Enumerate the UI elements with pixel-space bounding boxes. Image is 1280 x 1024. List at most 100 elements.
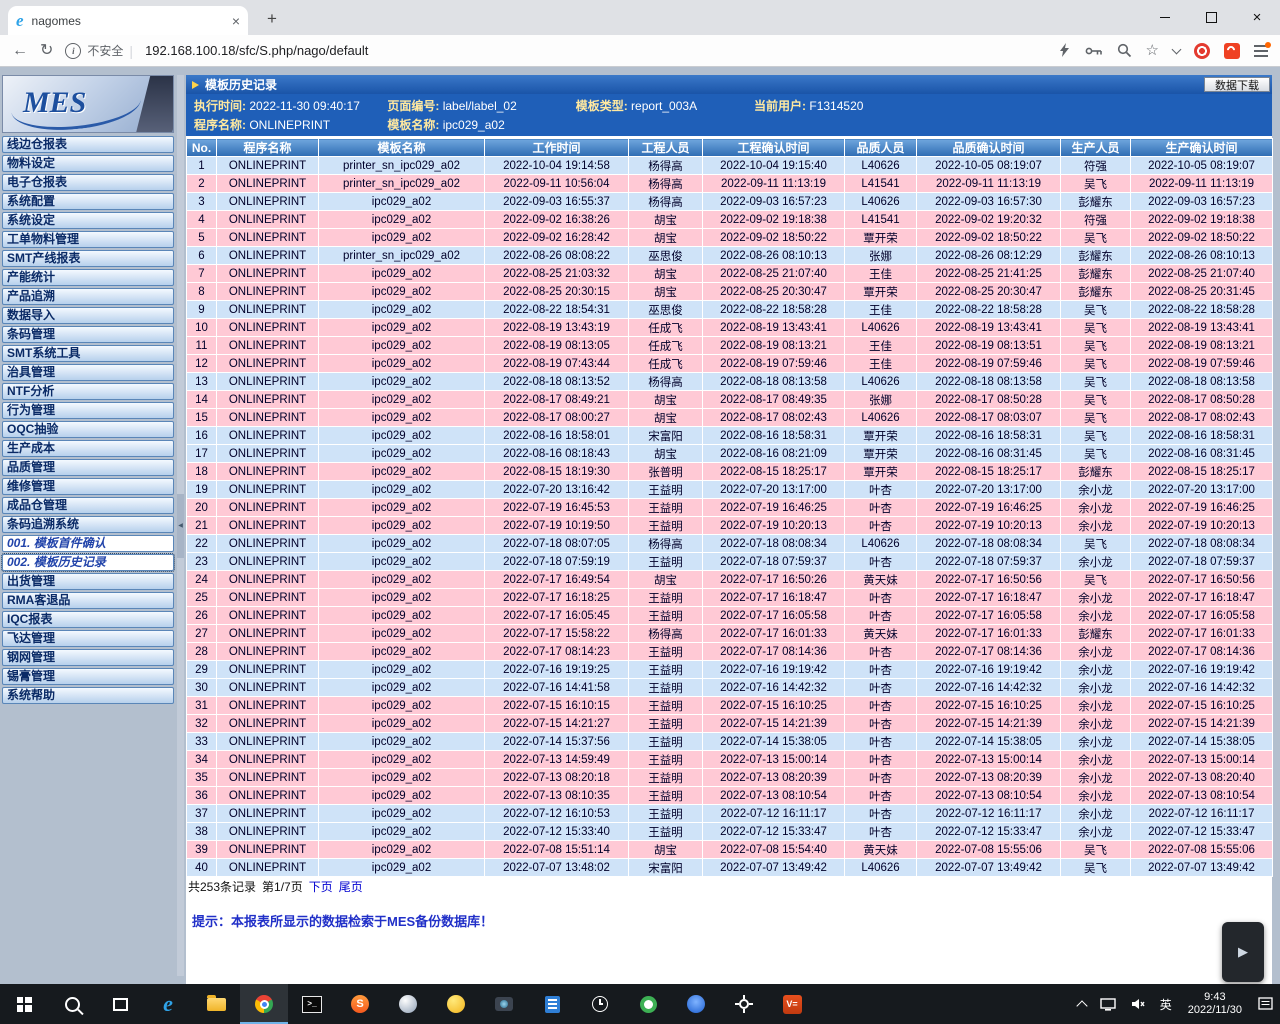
table-row: 7ONLINEPRINTipc029_a022022-08-25 21:03:3… — [187, 265, 1273, 283]
security-badge[interactable]: i 不安全 | — [65, 42, 133, 59]
sidebar-item[interactable]: 条码追溯系统 — [2, 516, 174, 533]
extension-red-circle-icon[interactable] — [1194, 43, 1210, 59]
sidebar-item[interactable]: SMT产线报表 — [2, 250, 174, 267]
table-cell: 2022-07-17 16:50:26 — [703, 571, 845, 589]
sidebar-item[interactable]: 维修管理 — [2, 478, 174, 495]
table-cell: 28 — [187, 643, 217, 661]
sogou-browser-icon[interactable]: S — [336, 984, 384, 1024]
volume-button[interactable] — [1123, 984, 1153, 1024]
sidebar-subitem[interactable]: 002. 模板历史记录 — [2, 554, 174, 571]
table-cell: 王益明 — [629, 499, 703, 517]
table-cell: ipc029_a02 — [319, 409, 485, 427]
sidebar-item[interactable]: 系统帮助 — [2, 687, 174, 704]
sidebar-item[interactable]: 生产成本 — [2, 440, 174, 457]
app-yellow-icon[interactable] — [432, 984, 480, 1024]
clock-app-icon[interactable] — [576, 984, 624, 1024]
sidebar-item[interactable]: 出货管理 — [2, 573, 174, 590]
back-icon[interactable]: ← — [12, 43, 28, 59]
sidebar-splitter[interactable]: ◀ — [177, 75, 184, 976]
url-input[interactable]: 192.168.100.18/sfc/S.php/nago/default — [145, 43, 1045, 58]
key-icon[interactable] — [1085, 45, 1103, 57]
chevron-down-icon[interactable] — [1172, 44, 1182, 54]
sidebar-item[interactable]: 治具管理 — [2, 364, 174, 381]
sidebar-item[interactable]: 系统配置 — [2, 193, 174, 210]
sidebar-item[interactable]: NTF分析 — [2, 383, 174, 400]
sidebar-item[interactable]: 钢网管理 — [2, 649, 174, 666]
network-button[interactable] — [1093, 984, 1123, 1024]
sidebar-item[interactable]: 线边仓报表 — [2, 136, 174, 153]
app-blue-circle-icon[interactable] — [672, 984, 720, 1024]
table-cell: 3 — [187, 193, 217, 211]
sidebar-item[interactable]: 物料设定 — [2, 155, 174, 172]
tray-expand-button[interactable] — [1071, 984, 1093, 1024]
settings-gear-icon[interactable] — [720, 984, 768, 1024]
new-tab-button[interactable]: + — [260, 7, 284, 31]
file-explorer-icon[interactable] — [192, 984, 240, 1024]
extension-red-square-icon[interactable] — [1224, 43, 1240, 59]
app-silver-icon[interactable] — [384, 984, 432, 1024]
screen-recorder-widget[interactable]: ▶ — [1222, 922, 1264, 982]
ime-indicator[interactable]: 英 — [1153, 984, 1179, 1024]
window-controls: × — [1142, 0, 1280, 35]
lightning-icon[interactable] — [1058, 43, 1071, 58]
sidebar-item[interactable]: 产品追溯 — [2, 288, 174, 305]
sidebar-item[interactable]: 系统设定 — [2, 212, 174, 229]
table-cell: 2022-07-18 07:59:37 — [1131, 553, 1273, 571]
sidebar-subitem[interactable]: 001. 模板首件确认 — [2, 535, 174, 552]
screenshot-tool-icon[interactable] — [480, 984, 528, 1024]
close-icon: × — [1253, 10, 1262, 25]
close-button[interactable]: × — [1234, 0, 1280, 35]
v-app-icon[interactable]: V= — [768, 984, 816, 1024]
sidebar-item[interactable]: 成品仓管理 — [2, 497, 174, 514]
zoom-icon[interactable] — [1117, 43, 1132, 58]
refresh-icon[interactable]: ↻ — [40, 43, 53, 59]
terminal-icon[interactable]: >_ — [288, 984, 336, 1024]
browser-menu-icon[interactable] — [1254, 45, 1268, 57]
sidebar-item[interactable]: 电子仓报表 — [2, 174, 174, 191]
table-cell: 26 — [187, 607, 217, 625]
restore-button[interactable] — [1188, 0, 1234, 35]
sidebar-item[interactable]: IQC报表 — [2, 611, 174, 628]
ie-icon[interactable]: e — [144, 984, 192, 1024]
minimize-button[interactable] — [1142, 0, 1188, 35]
table-cell: 2022-07-08 15:54:40 — [703, 841, 845, 859]
table-cell: L40626 — [845, 373, 917, 391]
last-page-link[interactable]: 尾页 — [339, 880, 363, 894]
sidebar-item[interactable]: 行为管理 — [2, 402, 174, 419]
browser2-icon[interactable] — [624, 984, 672, 1024]
task-view-button[interactable] — [96, 984, 144, 1024]
table-cell: 余小龙 — [1061, 805, 1131, 823]
wps-doc-icon[interactable] — [528, 984, 576, 1024]
sidebar-item[interactable]: 飞达管理 — [2, 630, 174, 647]
sidebar-item[interactable]: 品质管理 — [2, 459, 174, 476]
tab-close-icon[interactable]: × — [232, 14, 240, 28]
chrome-icon[interactable] — [240, 984, 288, 1024]
sidebar-item[interactable]: SMT系统工具 — [2, 345, 174, 362]
table-cell: 16 — [187, 427, 217, 445]
sidebar-item[interactable]: 数据导入 — [2, 307, 174, 324]
table-cell: 2022-07-13 14:59:49 — [485, 751, 629, 769]
bookmark-star-icon[interactable]: ☆ — [1146, 43, 1159, 58]
table-row: 29ONLINEPRINTipc029_a022022-07-16 19:19:… — [187, 661, 1273, 679]
sidebar-item[interactable]: 条码管理 — [2, 326, 174, 343]
data-download-button[interactable]: 数据下载 — [1204, 77, 1270, 92]
table-cell: 王佳 — [845, 265, 917, 283]
sidebar-item[interactable]: OQC抽验 — [2, 421, 174, 438]
column-header: 生产确认时间 — [1131, 139, 1273, 157]
browser-tab[interactable]: e nagomes × — [8, 6, 248, 35]
taskbar-clock[interactable]: 9:43 2022/11/30 — [1179, 991, 1251, 1017]
splitter-collapse-icon[interactable]: ◀ — [177, 494, 184, 558]
table-cell: 36 — [187, 787, 217, 805]
table-cell: 2022-09-02 18:50:22 — [917, 229, 1061, 247]
table-cell: 22 — [187, 535, 217, 553]
sidebar-item[interactable]: 产能统计 — [2, 269, 174, 286]
sidebar-item[interactable]: 工单物料管理 — [2, 231, 174, 248]
table-cell: 2022-08-22 18:58:28 — [917, 301, 1061, 319]
sidebar-item[interactable]: RMA客退品 — [2, 592, 174, 609]
sidebar-item[interactable]: 锡膏管理 — [2, 668, 174, 685]
next-page-link[interactable]: 下页 — [309, 880, 333, 894]
search-button[interactable] — [48, 984, 96, 1024]
table-cell: 2022-08-17 08:03:07 — [917, 409, 1061, 427]
action-center-button[interactable] — [1251, 984, 1280, 1024]
start-button[interactable] — [0, 984, 48, 1024]
